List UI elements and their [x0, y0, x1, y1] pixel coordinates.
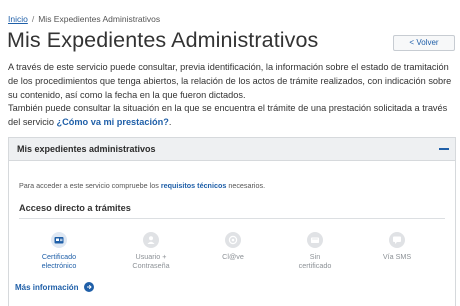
method-label-line1: Certificado: [41, 252, 77, 261]
method-via-sms[interactable]: Vía SMS: [359, 232, 435, 261]
requisitos-tecnicos-link[interactable]: requisitos técnicos: [161, 181, 227, 190]
breadcrumb-current: Mis Expedientes Administrativos: [38, 14, 161, 24]
access-title: Acceso directo a trámites: [19, 203, 131, 213]
panel-title: Mis expedientes administrativos: [17, 144, 156, 154]
method-usuario-contrasena[interactable]: Usuario + Contraseña: [113, 232, 189, 270]
method-label-line1: Cl@ve: [222, 252, 244, 261]
no-certificate-icon: [307, 232, 323, 248]
method-clave[interactable]: Cl@ve: [195, 232, 271, 261]
divider: [19, 218, 445, 219]
method-label-line1: Usuario +: [135, 252, 167, 261]
requirements-prefix: Para acceder a este servicio compruebe l…: [19, 181, 161, 190]
certificate-icon: [51, 232, 67, 248]
panel-header[interactable]: Mis expedientes administrativos: [9, 138, 455, 161]
method-label-line1: Vía SMS: [382, 252, 412, 261]
intro-text: A través de este servicio puede consulta…: [8, 61, 458, 130]
method-certificado-electronico[interactable]: Certificado electrónico: [21, 232, 97, 270]
intro-paragraph-1: A través de este servicio puede consulta…: [8, 62, 452, 100]
method-label-line2: Contraseña: [132, 261, 170, 270]
collapse-icon[interactable]: [439, 148, 449, 150]
requirements-text: Para acceder a este servicio compruebe l…: [19, 181, 265, 190]
method-label-line2: electrónico: [41, 261, 77, 270]
arrow-right-icon: [83, 282, 94, 292]
breadcrumb-separator: /: [31, 14, 35, 24]
breadcrumb: Inicio / Mis Expedientes Administrativos: [8, 14, 160, 24]
breadcrumb-home-link[interactable]: Inicio: [8, 14, 28, 24]
intro-paragraph-2: También puede consultar la situación en …: [8, 102, 458, 130]
sms-icon: [389, 232, 405, 248]
method-label-line2: certificado: [298, 261, 332, 270]
requirements-suffix: necesarios.: [226, 181, 266, 190]
como-va-mi-prestacion-link[interactable]: ¿Cómo va mi prestación?: [57, 117, 169, 127]
back-button[interactable]: < Volver: [393, 35, 455, 51]
user-password-icon: [143, 232, 159, 248]
page-title: Mis Expedientes Administrativos: [7, 28, 319, 52]
clave-icon: [225, 232, 241, 248]
method-sin-certificado[interactable]: Sin certificado: [277, 232, 353, 270]
method-label-line1: Sin: [309, 252, 321, 261]
more-info-label: Más información: [15, 283, 79, 293]
expedientes-panel: Mis expedientes administrativos Para acc…: [8, 137, 456, 306]
more-info-link[interactable]: Más información: [15, 282, 94, 293]
intro-paragraph-2-suffix: .: [168, 117, 172, 128]
